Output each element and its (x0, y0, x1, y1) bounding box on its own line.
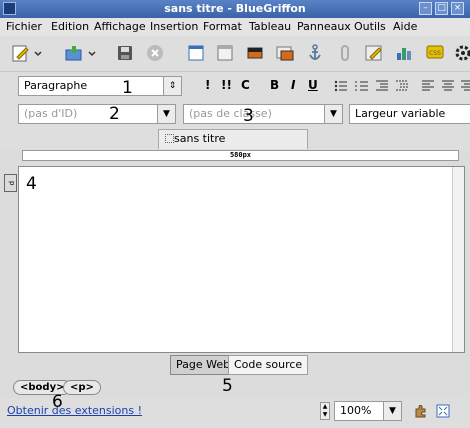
paragraph-marker-label: p (8, 180, 16, 186)
menu-panneaux[interactable]: Panneaux (297, 20, 351, 33)
id-select[interactable]: (pas d'ID) ▼ (18, 104, 176, 124)
bold-button[interactable]: B (270, 78, 279, 92)
maximize-icon[interactable]: □ (435, 2, 448, 15)
menu-bar: Fichier Edition Affichage Insertion Form… (0, 18, 470, 36)
align-center-icon[interactable] (441, 80, 455, 92)
vertical-scrollbar[interactable] (452, 167, 464, 352)
css-icon[interactable]: CSS (425, 43, 445, 63)
width-select[interactable]: Largeur variable (349, 104, 470, 124)
chevron-down-icon: ▼ (324, 105, 342, 123)
underline-button[interactable]: U (308, 78, 318, 92)
paragraph-marker[interactable]: p (4, 174, 17, 192)
menu-edition[interactable]: Edition (51, 20, 89, 33)
chevron-down-icon[interactable] (33, 43, 43, 63)
marker-6: 6 (52, 392, 63, 412)
media-icon[interactable] (275, 43, 295, 63)
minimize-icon[interactable]: – (419, 2, 432, 15)
save-icon[interactable] (115, 43, 135, 63)
get-extensions-link[interactable]: Obtenir des extensions ! (7, 404, 142, 417)
close-icon[interactable]: × (451, 2, 464, 15)
menu-fichier[interactable]: Fichier (6, 20, 42, 33)
new-document-icon[interactable] (11, 43, 31, 63)
chevron-down-icon: ▼ (157, 105, 175, 123)
window-title: sans titre - BlueGriffon (164, 2, 306, 15)
menu-tableau[interactable]: Tableau (249, 20, 291, 33)
ruler-width-label: 580px (229, 151, 252, 159)
breadcrumb-p[interactable]: <p> (63, 380, 101, 395)
editor-canvas[interactable] (18, 166, 465, 353)
link-icon[interactable] (335, 43, 355, 63)
menu-outils[interactable]: Outils (354, 20, 386, 33)
anchor-icon[interactable] (305, 43, 325, 63)
exclamation-icon[interactable]: ! (205, 78, 210, 92)
marker-2: 2 (109, 104, 120, 124)
gear-icon[interactable] (453, 43, 470, 63)
outdent-icon[interactable] (375, 80, 389, 92)
numbered-list-icon[interactable] (355, 80, 369, 92)
paragraph-format-select[interactable]: Paragraphe ⇕ (18, 76, 182, 96)
layout-icon[interactable] (186, 43, 206, 63)
marker-4: 4 (26, 174, 37, 194)
zoom-stepper[interactable]: ▲ ▼ (320, 402, 330, 420)
tab-web-page[interactable]: Page Web (170, 355, 237, 375)
menu-insertion[interactable]: Insertion (150, 20, 198, 33)
italic-button[interactable]: I (291, 78, 295, 92)
marker-3: 3 (243, 106, 254, 126)
paragraph-format-value: Paragraphe (24, 79, 88, 92)
form-icon[interactable] (215, 43, 235, 63)
document-tab-label: sans titre (174, 132, 226, 145)
marker-5: 5 (222, 376, 233, 396)
class-select[interactable]: (pas de classe) ▼ (183, 104, 343, 124)
svg-text:CSS: CSS (429, 50, 441, 57)
document-icon (165, 134, 174, 143)
puzzle-icon[interactable] (414, 404, 428, 418)
open-document-icon[interactable] (64, 43, 84, 63)
menu-aide[interactable]: Aide (393, 20, 417, 33)
align-right-icon[interactable] (461, 80, 470, 92)
zoom-select[interactable]: 100% ▼ (334, 401, 402, 421)
bulleted-list-icon[interactable] (334, 80, 348, 92)
title-bar: sans titre - BlueGriffon – □ × (0, 0, 470, 18)
tab-source-code-label: Code source (234, 358, 303, 371)
width-select-value: Largeur variable (355, 107, 446, 120)
align-left-icon[interactable] (421, 80, 435, 92)
fullscreen-icon[interactable] (436, 404, 450, 418)
menu-format[interactable]: Format (203, 20, 242, 33)
indent-icon[interactable] (395, 80, 409, 92)
tab-web-page-label: Page Web (176, 358, 231, 371)
marker-1: 1 (122, 78, 133, 98)
double-exclamation-icon[interactable]: !! (221, 78, 232, 92)
document-tab[interactable]: sans titre (158, 129, 308, 149)
chart-icon[interactable] (394, 43, 414, 63)
breadcrumb-p-label: <p> (70, 382, 94, 393)
class-c-button[interactable]: C (241, 78, 250, 92)
updown-arrows-icon: ⇕ (163, 77, 181, 95)
stop-icon[interactable] (145, 43, 165, 63)
menu-affichage[interactable]: Affichage (94, 20, 146, 33)
image-icon[interactable] (245, 43, 265, 63)
chevron-down-icon[interactable] (87, 43, 97, 63)
zoom-value: 100% (340, 404, 372, 417)
width-ruler: 580px (22, 150, 459, 161)
edit-style-icon[interactable] (364, 43, 384, 63)
tab-source-code[interactable]: Code source (228, 355, 309, 375)
id-placeholder: (pas d'ID) (24, 107, 78, 120)
chevron-down-icon: ▼ (383, 402, 401, 420)
class-placeholder: (pas de classe) (189, 107, 272, 120)
